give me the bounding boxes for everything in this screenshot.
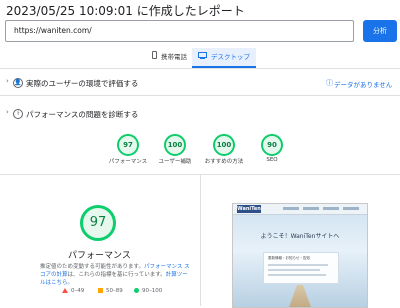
screenshot-header: WaniTen [233,204,367,215]
text-line [268,269,320,271]
card-text: 更新情報・お知らせ・告知 [268,256,310,260]
analyze-button[interactable]: 分析 [363,20,397,42]
page-screenshot: WaniTen ようこそ！WaniTenサイトへ 更新情報・お知らせ・告知 [232,203,368,308]
performance-description: 推定値のため変動する可能性があります。パフォーマンス スコアの計算は、これらの指… [40,263,192,287]
gauge-label: SEO [266,157,278,163]
legend-range: 90–100 [142,288,163,294]
tab-desktop-label: デスクトップ [211,53,250,61]
chevron-right-icon[interactable]: › [6,108,9,116]
nav-item [323,207,339,210]
phone-icon [152,48,157,66]
legend-poor: 0–49 [62,288,84,294]
tab-desktop[interactable]: デスクトップ [192,48,256,68]
nav-item [303,207,319,210]
screenshot-hero: ようこそ！WaniTenサイトへ 更新情報・お知らせ・告知 [233,215,367,307]
divider [0,95,400,96]
hero-title: ようこそ！WaniTenサイトへ [260,233,340,240]
report-title: 2023/05/25 10:09:01 に作成したレポート [6,4,245,18]
score-gauge-best-practices[interactable]: 100 [213,134,235,156]
circle-icon [134,288,139,293]
no-data-label: データがありません [334,81,393,89]
desktop-icon [198,48,207,66]
performance-label: パフォーマンス [68,251,131,261]
desc-text: 。 [67,280,74,286]
desc-text: は、これらの指標を基に行っています。 [67,272,166,278]
text-line [268,264,328,266]
desc-text: 推定値のため変動する可能性があります。 [40,264,144,270]
divider [0,68,400,69]
tab-mobile[interactable]: 携帯電話 [146,48,193,66]
nav-item [283,207,299,210]
nav-item [343,207,359,210]
score-gauge-accessibility[interactable]: 100 [164,134,186,156]
legend-average: 50–89 [98,288,123,294]
text-line [268,274,326,276]
triangle-icon [62,288,68,293]
tab-mobile-label: 携帯電話 [161,53,187,61]
score-gauge-performance[interactable]: 97 [117,134,139,156]
column-divider [200,175,201,306]
legend-good: 90–100 [134,288,162,294]
field-data-title: 実際のユーザーの環境で評価する [26,79,139,88]
site-logo: WaniTen [237,205,261,213]
pier-image [285,285,315,307]
people-icon: 👤 [13,78,23,88]
info-icon: ⓘ [326,79,333,87]
legend-range: 0–49 [71,288,85,294]
performance-score-gauge: 97 [80,205,116,241]
url-input[interactable]: https://waniten.com/ [5,20,354,42]
legend-range: 50–89 [106,288,123,294]
chevron-right-icon[interactable]: › [6,77,9,85]
square-icon [98,288,103,293]
lab-icon: ⚕ [13,109,23,119]
score-gauge-seo[interactable]: 90 [261,134,283,156]
news-card: 更新情報・お知らせ・告知 [263,252,339,284]
diagnose-title: パフォーマンスの問題を診断する [26,110,139,119]
